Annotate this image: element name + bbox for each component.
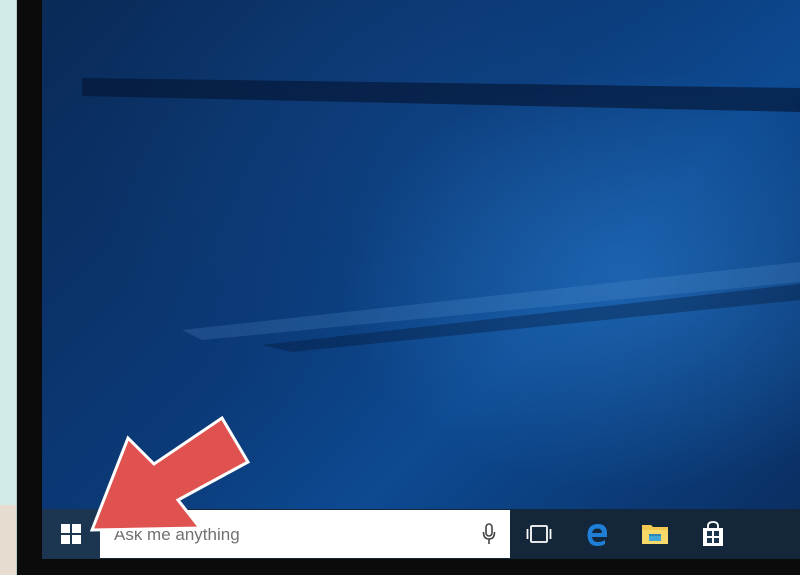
microphone-icon[interactable] xyxy=(482,523,496,545)
search-box[interactable]: Ask me anything xyxy=(100,510,510,558)
monitor-bottom-bezel xyxy=(17,559,800,575)
task-view-icon xyxy=(526,525,552,543)
edge-button[interactable] xyxy=(580,517,614,551)
desktop-wallpaper xyxy=(42,0,800,509)
file-explorer-button[interactable] xyxy=(638,517,672,551)
start-button[interactable] xyxy=(42,509,100,559)
store-button[interactable] xyxy=(696,517,730,551)
file-explorer-icon xyxy=(642,525,668,544)
page-background-strip xyxy=(0,0,17,575)
wallpaper-light-beams xyxy=(82,78,800,352)
store-icon xyxy=(703,521,723,546)
task-view-button[interactable] xyxy=(522,517,556,551)
page-background-strip-bottom xyxy=(0,505,16,575)
taskbar: Ask me anything xyxy=(42,509,800,559)
edge-icon xyxy=(587,524,607,546)
search-placeholder: Ask me anything xyxy=(114,525,240,544)
windows-logo-icon xyxy=(61,524,81,544)
